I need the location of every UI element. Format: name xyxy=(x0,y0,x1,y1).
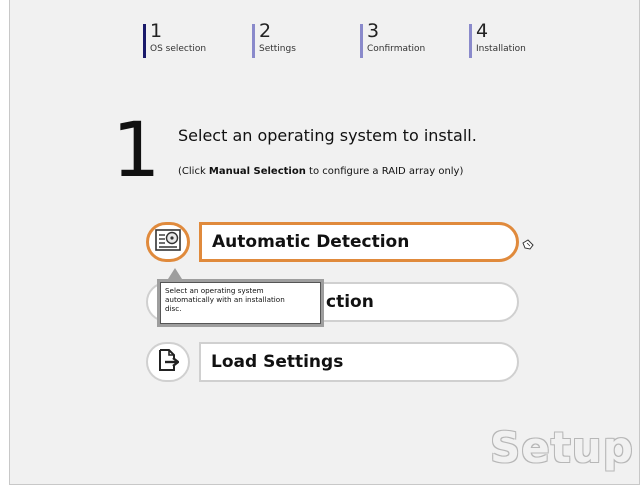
tooltip: Select an operating system automatically… xyxy=(157,279,324,327)
step-marker xyxy=(469,24,472,58)
step-label: Installation xyxy=(476,44,526,54)
automatic-detection-button[interactable]: Automatic Detection xyxy=(199,222,519,262)
load-settings-icon-button[interactable] xyxy=(146,342,190,382)
current-step-number: 1 xyxy=(112,105,161,194)
disc-drive-icon xyxy=(155,229,181,255)
step-number: 1 xyxy=(150,20,163,42)
step-label: Settings xyxy=(259,44,296,54)
tooltip-content: Select an operating system automatically… xyxy=(160,282,321,324)
step-number: 3 xyxy=(367,20,380,42)
step-marker xyxy=(143,24,146,58)
step-marker xyxy=(252,24,255,58)
step-marker xyxy=(360,24,363,58)
step-label: OS selection xyxy=(150,44,207,54)
automatic-detection-icon-button[interactable] xyxy=(146,222,190,262)
step-number: 4 xyxy=(476,20,489,42)
load-settings-button[interactable]: Load Settings xyxy=(199,342,519,382)
hand-cursor-icon xyxy=(521,236,535,255)
step-label: Confirmation xyxy=(367,44,426,54)
load-file-icon xyxy=(157,348,180,376)
manual-selection-reference: Manual Selection xyxy=(208,166,306,177)
setup-logo: Setup xyxy=(490,423,634,472)
instruction-note: (Click Manual Selection to configure a R… xyxy=(178,166,464,177)
step-number: 2 xyxy=(259,20,272,42)
tooltip-pointer xyxy=(168,268,182,279)
page-title: Select an operating system to install. xyxy=(178,126,477,145)
